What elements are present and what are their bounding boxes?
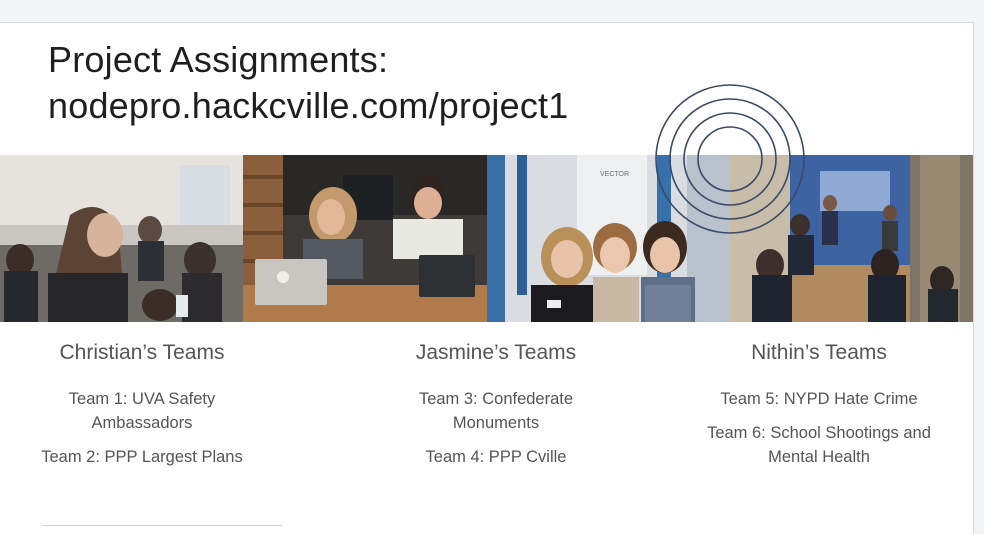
jasmine-teams-column: Jasmine’s Teams Team 3: Confederate Monu… <box>376 341 616 479</box>
vector-sign: VECTOR <box>600 171 629 178</box>
photo-laptop-pair <box>243 155 487 322</box>
column-heading: Christian’s Teams <box>59 341 225 364</box>
nithin-teams-column: Nithin’s Teams Team 5: NYPD Hate Crime T… <box>694 341 944 479</box>
team-photo-strip: VECTOR <box>0 155 973 322</box>
divider-line <box>42 525 282 526</box>
presentation-slide: Project Assignments: nodepro.hackcville.… <box>0 23 973 534</box>
photo-classroom-discussion <box>0 155 243 322</box>
team-item: Team 1: UVA Safety Ambassadors <box>68 390 216 432</box>
christian-teams-column: Christian’s Teams Team 1: UVA Safety Amb… <box>22 341 262 479</box>
team-item: Team 3: Confederate Monuments <box>418 390 574 432</box>
team-item: Team 5: NYPD Hate Crime <box>720 390 918 408</box>
column-heading: Jasmine’s Teams <box>415 341 577 364</box>
team-item: Team 2: PPP Largest Plans <box>41 448 243 466</box>
title-line-2: nodepro.hackcville.com/project1 <box>48 85 569 126</box>
column-heading: Nithin’s Teams <box>751 341 887 364</box>
team-item: Team 4: PPP Cville <box>425 448 567 466</box>
slide-title: Project Assignments: nodepro.hackcville.… <box>48 37 568 129</box>
team-item: Team 6: School Shootings and Mental Heal… <box>707 424 931 466</box>
title-line-1: Project Assignments: <box>48 39 389 80</box>
concentric-circles-logo <box>655 84 805 234</box>
